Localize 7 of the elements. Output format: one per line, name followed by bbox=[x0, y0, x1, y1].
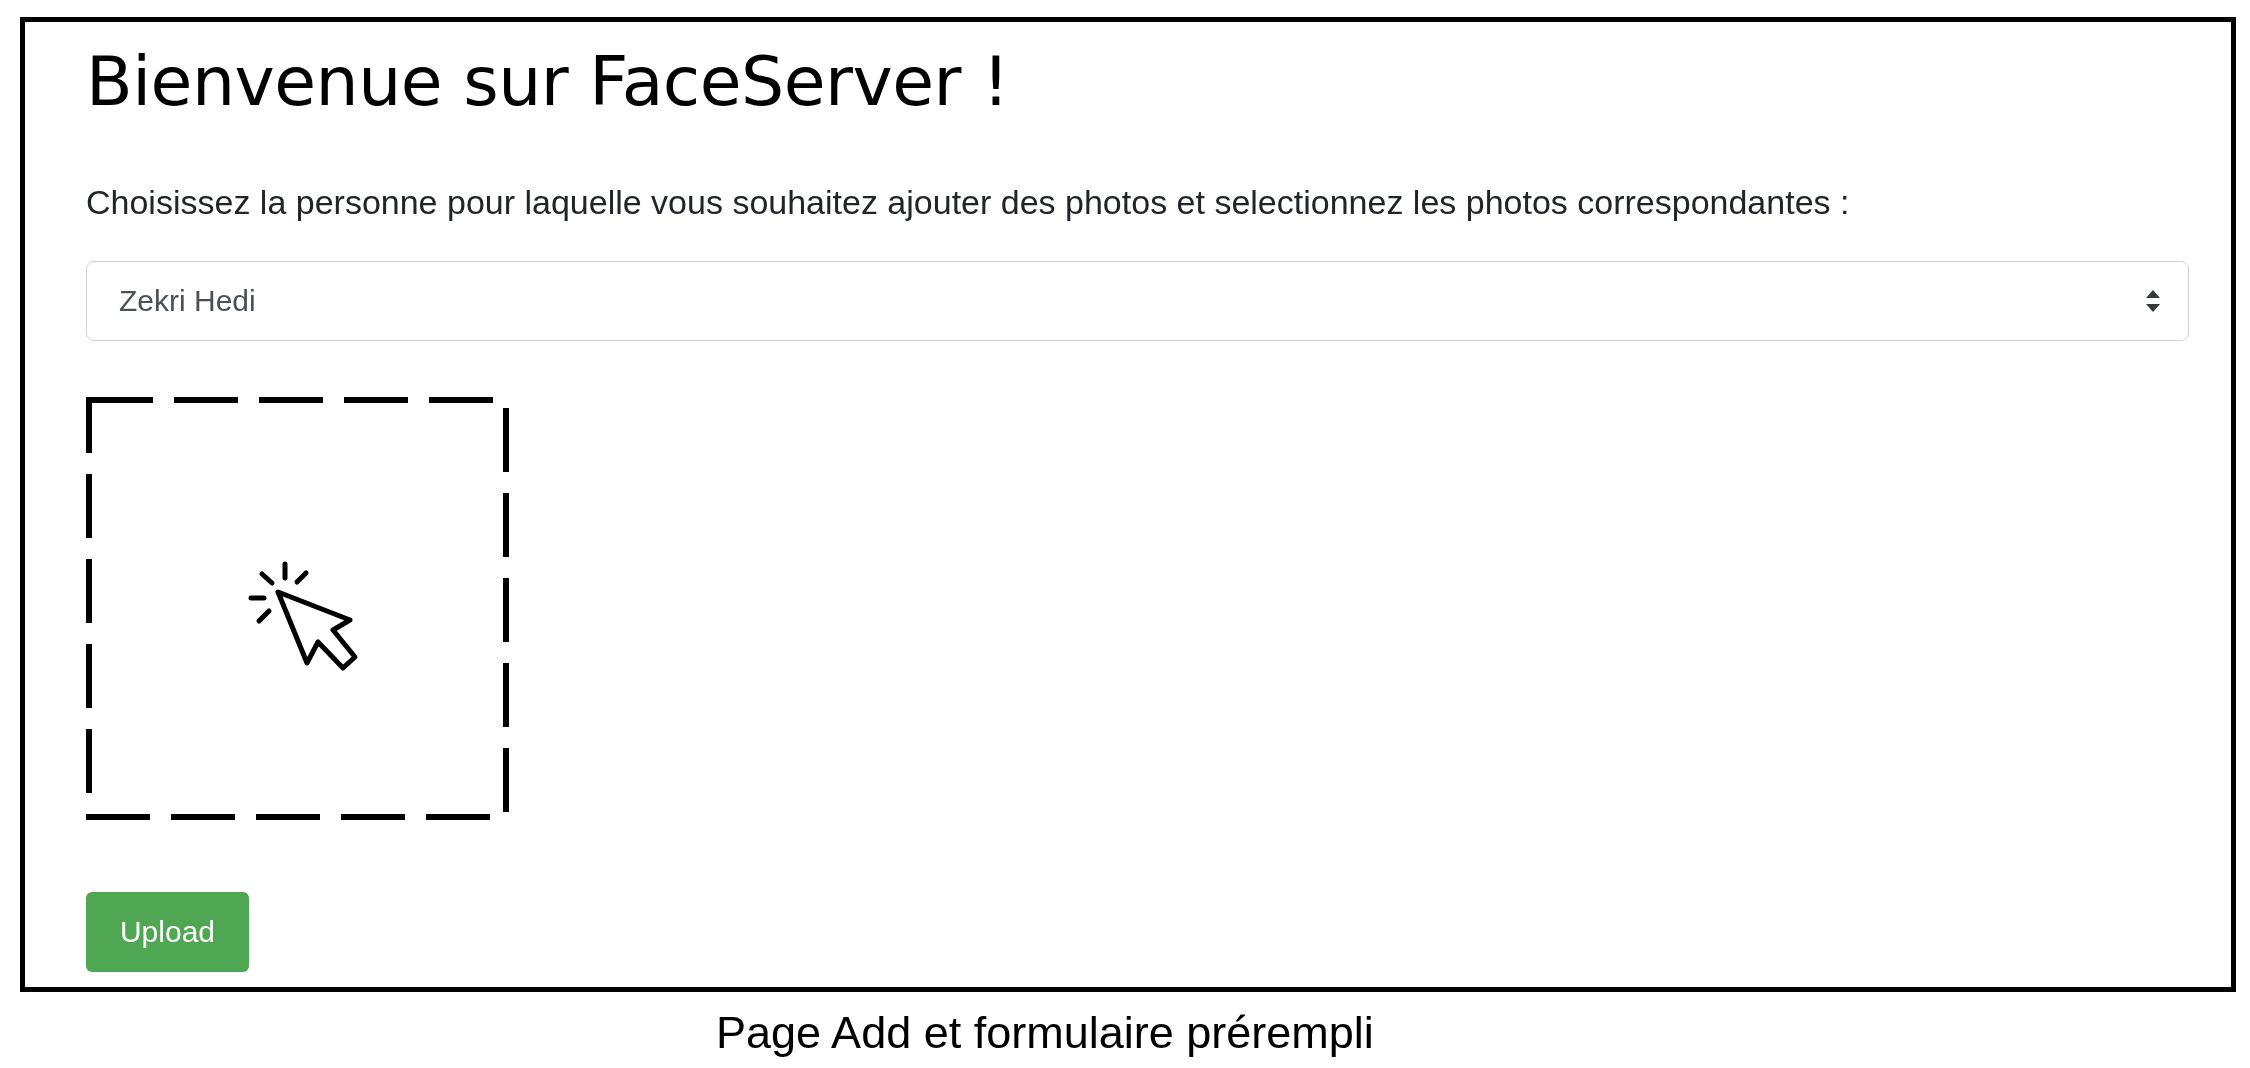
person-select[interactable]: Zekri Hedi bbox=[86, 261, 2189, 341]
photo-drop-zone[interactable] bbox=[86, 397, 509, 820]
page-title: Bienvenue sur FaceServer ! bbox=[86, 42, 1009, 122]
cursor-click-icon bbox=[246, 559, 359, 672]
up-down-caret-icon bbox=[2146, 290, 2160, 312]
instruction-text: Choisissez la personne pour laquelle vous souhaitez ajouter des photos et selectionnez les photos correspondantes : bbox=[86, 182, 1850, 223]
figure-caption: Page Add et formulaire prérempli bbox=[716, 1006, 1374, 1060]
